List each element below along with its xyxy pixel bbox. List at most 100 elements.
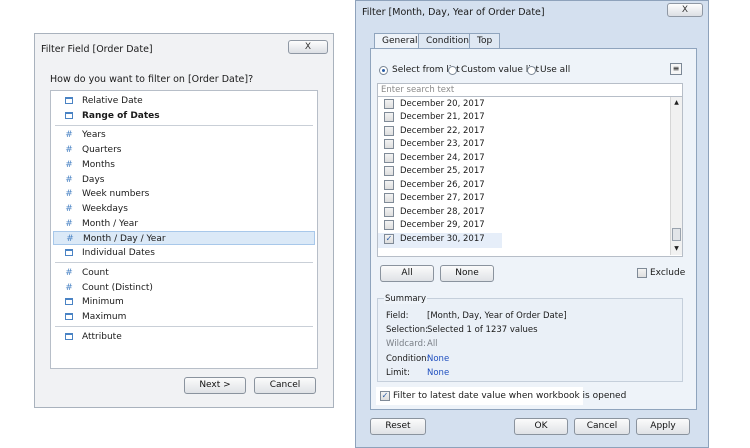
radio-custom-value-list[interactable]	[448, 66, 457, 75]
dialog-title: Filter Field [Order Date]	[41, 44, 153, 55]
vertical-scrollbar[interactable]: ▲ ▼	[670, 97, 682, 255]
list-item-quarters[interactable]: # Quarters	[53, 143, 315, 157]
list-item[interactable]: December 26, 2017	[378, 179, 670, 192]
list-item[interactable]: December 23, 2017	[378, 138, 670, 151]
checkbox[interactable]	[384, 166, 394, 176]
tab-top[interactable]: Top	[469, 33, 501, 48]
list-item-individual-dates[interactable]: Individual Dates	[53, 246, 315, 260]
checkbox[interactable]	[384, 220, 394, 230]
radio-label: Use all	[540, 65, 571, 75]
list-item[interactable]: December 20, 2017	[378, 98, 670, 111]
calendar-icon	[63, 94, 75, 109]
apply-button[interactable]: Apply	[636, 418, 690, 435]
list-item-label: Years	[82, 130, 106, 140]
radio-use-all[interactable]	[527, 66, 536, 75]
radio-select-from-list[interactable]	[379, 66, 388, 75]
divider	[55, 125, 313, 126]
list-item[interactable]: December 24, 2017	[378, 152, 670, 165]
dialog-title: Filter [Month, Day, Year of Order Date]	[362, 7, 545, 18]
list-item-month-day-year[interactable]: # Month / Day / Year	[53, 231, 315, 245]
list-item-count-distinct[interactable]: # Count (Distinct)	[53, 281, 315, 295]
list-item-years[interactable]: # Years	[53, 128, 315, 142]
scroll-down-icon[interactable]: ▼	[671, 243, 682, 255]
checkbox[interactable]	[384, 99, 394, 109]
checkbox[interactable]	[384, 153, 394, 163]
reset-button[interactable]: Reset	[370, 418, 426, 435]
list-item-count[interactable]: # Count	[53, 266, 315, 280]
latest-date-checkbox[interactable]: ✓	[380, 391, 390, 401]
title-bar: Filter Field [Order Date] X	[35, 34, 333, 62]
date-label: December 26, 2017	[400, 180, 485, 190]
cancel-button[interactable]: Cancel	[574, 418, 630, 435]
list-item-label: Individual Dates	[82, 248, 155, 258]
date-label: December 27, 2017	[400, 193, 485, 203]
list-item[interactable]: December 27, 2017	[378, 192, 670, 205]
list-item[interactable]: December 25, 2017	[378, 165, 670, 178]
checkbox[interactable]	[384, 180, 394, 190]
summary-limit-label: Limit:	[386, 368, 410, 378]
summary-selection-value: Selected 1 of 1237 values	[427, 325, 538, 335]
list-item-label: Days	[82, 175, 105, 185]
list-item[interactable]: ✓ December 30, 2017	[378, 233, 502, 248]
checkbox[interactable]	[384, 193, 394, 203]
summary-title: Summary	[384, 294, 428, 304]
list-item-label: Count (Distinct)	[82, 283, 153, 293]
hash-icon: #	[65, 189, 73, 199]
calendar-icon	[63, 330, 75, 345]
checkbox[interactable]	[384, 139, 394, 149]
list-menu-icon[interactable]: ≡	[670, 63, 682, 75]
list-item-minimum[interactable]: Minimum	[53, 295, 315, 309]
close-icon[interactable]: X	[667, 3, 703, 17]
date-label: December 22, 2017	[400, 126, 485, 136]
hash-icon: #	[65, 219, 73, 229]
checkbox[interactable]	[384, 207, 394, 217]
list-item-range-of-dates[interactable]: Range of Dates	[53, 109, 315, 123]
list-item-label: Weekdays	[82, 204, 128, 214]
list-item-label: Month / Day / Year	[83, 234, 166, 244]
summary-wildcard-value: All	[427, 339, 438, 349]
calendar-icon	[63, 109, 75, 124]
all-button[interactable]: All	[380, 265, 434, 282]
list-item-days[interactable]: # Days	[53, 173, 315, 187]
list-item-months[interactable]: # Months	[53, 158, 315, 172]
scroll-thumb[interactable]	[672, 228, 681, 241]
none-button[interactable]: None	[440, 265, 494, 282]
calendar-icon	[63, 246, 75, 261]
exclude-checkbox[interactable]	[637, 268, 647, 278]
date-label: December 25, 2017	[400, 166, 485, 176]
checkbox[interactable]	[384, 126, 394, 136]
date-label: December 24, 2017	[400, 153, 485, 163]
list-item-maximum[interactable]: Maximum	[53, 310, 315, 324]
divider	[55, 262, 313, 263]
ok-button[interactable]: OK	[514, 418, 568, 435]
next-button[interactable]: Next >	[184, 377, 246, 394]
close-icon[interactable]: X	[288, 40, 328, 54]
list-item-attribute[interactable]: Attribute	[53, 330, 315, 344]
cancel-button[interactable]: Cancel	[254, 377, 316, 394]
list-item-month-year[interactable]: # Month / Year	[53, 217, 315, 231]
list-item-label: Relative Date	[82, 96, 143, 106]
hash-icon: #	[66, 234, 74, 244]
list-item-week-numbers[interactable]: # Week numbers	[53, 187, 315, 201]
calendar-icon	[63, 295, 75, 310]
hash-icon: #	[65, 175, 73, 185]
list-item-label: Minimum	[82, 297, 124, 307]
list-item-relative-date[interactable]: Relative Date	[53, 94, 315, 108]
checkbox[interactable]	[384, 112, 394, 122]
list-item[interactable]: December 29, 2017	[378, 219, 670, 232]
checkbox-checked[interactable]: ✓	[384, 234, 394, 244]
list-item-label: Attribute	[82, 332, 122, 342]
summary-condition-value[interactable]: None	[427, 354, 449, 364]
date-label: December 23, 2017	[400, 139, 485, 149]
scroll-up-icon[interactable]: ▲	[671, 97, 682, 109]
list-item[interactable]: December 21, 2017	[378, 111, 670, 124]
summary-limit-value[interactable]: None	[427, 368, 449, 378]
summary-field-value: [Month, Day, Year of Order Date]	[427, 311, 567, 321]
list-item-weekdays[interactable]: # Weekdays	[53, 202, 315, 216]
date-label: December 21, 2017	[400, 112, 485, 122]
list-item[interactable]: December 22, 2017	[378, 125, 670, 138]
list-item[interactable]: December 28, 2017	[378, 206, 670, 219]
date-label: December 20, 2017	[400, 99, 485, 109]
date-label: December 30, 2017	[400, 234, 485, 244]
search-input[interactable]: Enter search text	[377, 83, 683, 97]
